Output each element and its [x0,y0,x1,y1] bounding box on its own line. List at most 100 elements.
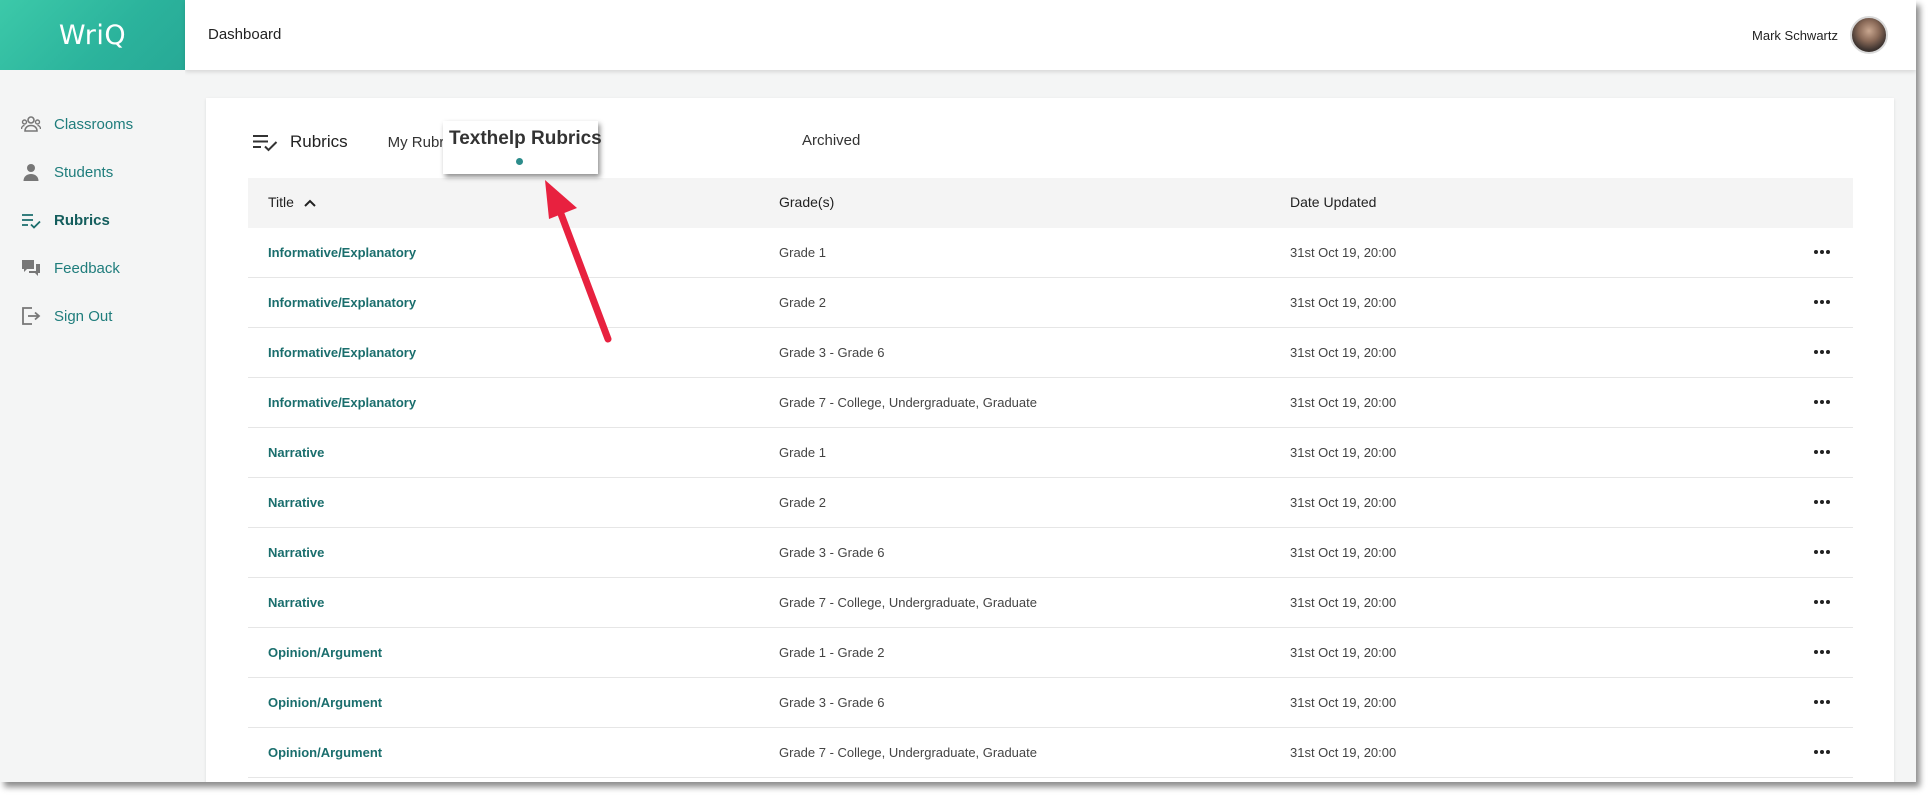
app-logo[interactable]: WriQ [0,0,185,70]
rubric-grades: Grade 3 - Grade 6 [779,345,885,360]
table-row: Informative/Explanatory Grade 2 31st Oct 1… [248,278,1853,328]
more-options-button[interactable] [1809,439,1835,465]
rubric-grades: Grade 7 - College, Undergraduate, Gradua… [779,595,1037,610]
column-grades[interactable]: Grade(s) [779,194,834,210]
sidebar-item-feedback[interactable]: Feedback [21,257,120,279]
table-row: Narrative Grade 3 - Grade 6 31st Oct 19, 2… [248,528,1853,578]
zoom-callout: Texthelp Rubrics [443,121,602,174]
rubric-grades: Grade 1 [779,245,826,260]
more-options-button[interactable] [1809,689,1835,715]
more-options-icon [1814,600,1830,604]
classrooms-icon [21,116,41,132]
user-name: Mark Schwartz [1752,27,1838,43]
sidebar-item-classrooms[interactable]: Classrooms [21,113,133,135]
rubric-date-updated: 31st Oct 19, 20:00 [1290,695,1397,710]
more-options-icon [1814,450,1830,454]
sidebar: Classrooms Students Rubrics Feedback Sig… [0,70,185,782]
top-header: Dashboard Mark Schwartz [185,0,1916,70]
rubric-grades: Grade 7 - College, Undergraduate, Gradua… [779,395,1037,410]
feedback-icon [22,260,40,276]
user-menu[interactable]: Mark Schwartz [1752,16,1888,54]
tab-my-rubrics[interactable]: My Rubr [388,134,445,151]
table-row: Informative/Explanatory Grade 3 - Grade 6… [248,328,1853,378]
rubric-title-link[interactable]: Informative/Explanatory [268,245,416,260]
chevron-up-icon [304,199,316,208]
rubric-grades: Grade 1 [779,445,826,460]
more-options-button[interactable] [1809,239,1835,265]
more-options-button[interactable] [1809,489,1835,515]
rubric-title-link[interactable]: Narrative [268,545,324,560]
column-title-label: Title [268,194,294,210]
tab-texthelp-rubrics[interactable]: Texthelp Rubrics [449,128,602,150]
tab-archived[interactable]: Archived [802,132,860,149]
rubrics-table-body: Informative/Explanatory Grade 1 31st Oct 1… [248,228,1853,778]
more-options-icon [1814,400,1830,404]
table-row: Opinion/Argument Grade 7 - College, Under… [248,728,1853,778]
rubrics-icon [253,135,278,152]
more-options-button[interactable] [1809,739,1835,765]
rubric-date-updated: 31st Oct 19, 20:00 [1290,595,1397,610]
column-title[interactable]: Title [268,194,316,210]
sidebar-item-label: Rubrics [54,211,110,229]
rubric-date-updated: 31st Oct 19, 20:00 [1290,445,1397,460]
more-options-button[interactable] [1809,389,1835,415]
rubric-date-updated: 31st Oct 19, 20:00 [1290,245,1397,260]
sidebar-item-label: Classrooms [54,115,134,133]
rubric-date-updated: 31st Oct 19, 20:00 [1290,395,1397,410]
student-icon [23,164,39,181]
more-options-icon [1814,650,1830,654]
rubric-title-link[interactable]: Informative/Explanatory [268,345,416,360]
sidebar-item-students[interactable]: Students [21,161,113,183]
table-row: Narrative Grade 1 31st Oct 19, 20:00 [248,428,1853,478]
app-window: WriQ Dashboard Mark Schwartz Classrooms … [0,0,1916,782]
rubric-grades: Grade 2 [779,295,826,310]
table-row: Opinion/Argument Grade 1 - Grade 2 31st Oc… [248,628,1853,678]
table-row: Informative/Explanatory Grade 1 31st Oct 1… [248,228,1853,278]
table-row: Informative/Explanatory Grade 7 - College… [248,378,1853,428]
rubric-title-link[interactable]: Narrative [268,495,324,510]
rubric-title-link[interactable]: Informative/Explanatory [268,395,416,410]
rubric-date-updated: 31st Oct 19, 20:00 [1290,295,1397,310]
page-title: Dashboard [208,26,282,43]
table-row: Narrative Grade 7 - College, Undergraduat… [248,578,1853,628]
rubrics-card: Rubrics My Rubr Archived Title Grade(s) … [206,98,1894,782]
table-row: Narrative Grade 2 31st Oct 19, 20:00 [248,478,1853,528]
rubric-grades: Grade 3 - Grade 6 [779,695,885,710]
logo-text: WriQ [58,19,127,51]
rubric-grades: Grade 3 - Grade 6 [779,545,885,560]
rubric-date-updated: 31st Oct 19, 20:00 [1290,495,1397,510]
rubric-grades: Grade 1 - Grade 2 [779,645,885,660]
more-options-icon [1814,700,1830,704]
sidebar-item-label: Sign Out [54,307,113,325]
section-heading: Rubrics [290,132,348,151]
rubric-title-link[interactable]: Opinion/Argument [268,645,382,660]
rubric-title-link[interactable]: Opinion/Argument [268,695,382,710]
more-options-button[interactable] [1809,289,1835,315]
more-options-icon [1814,750,1830,754]
rubric-title-link[interactable]: Informative/Explanatory [268,295,416,310]
sidebar-item-label: Students [54,163,114,181]
sidebar-item-label: Feedback [54,259,120,277]
rubric-date-updated: 31st Oct 19, 20:00 [1290,345,1397,360]
rubrics-icon [22,214,41,229]
more-options-button[interactable] [1809,589,1835,615]
rubric-grades: Grade 2 [779,495,826,510]
more-options-icon [1814,250,1830,254]
more-options-icon [1814,500,1830,504]
rubric-title-link[interactable]: Narrative [268,595,324,610]
more-options-button[interactable] [1809,539,1835,565]
table-row: Opinion/Argument Grade 3 - Grade 6 31st Oc… [248,678,1853,728]
sidebar-item-rubrics[interactable]: Rubrics [21,209,110,231]
sign-out-icon [22,307,41,325]
rubric-title-link[interactable]: Narrative [268,445,324,460]
more-options-icon [1814,350,1830,354]
more-options-icon [1814,300,1830,304]
sidebar-item-sign-out[interactable]: Sign Out [21,305,112,327]
column-date-updated[interactable]: Date Updated [1290,194,1376,210]
more-options-button[interactable] [1809,639,1835,665]
rubric-title-link[interactable]: Opinion/Argument [268,745,382,760]
more-options-icon [1814,550,1830,554]
avatar[interactable] [1850,16,1888,54]
rubric-date-updated: 31st Oct 19, 20:00 [1290,745,1397,760]
more-options-button[interactable] [1809,339,1835,365]
